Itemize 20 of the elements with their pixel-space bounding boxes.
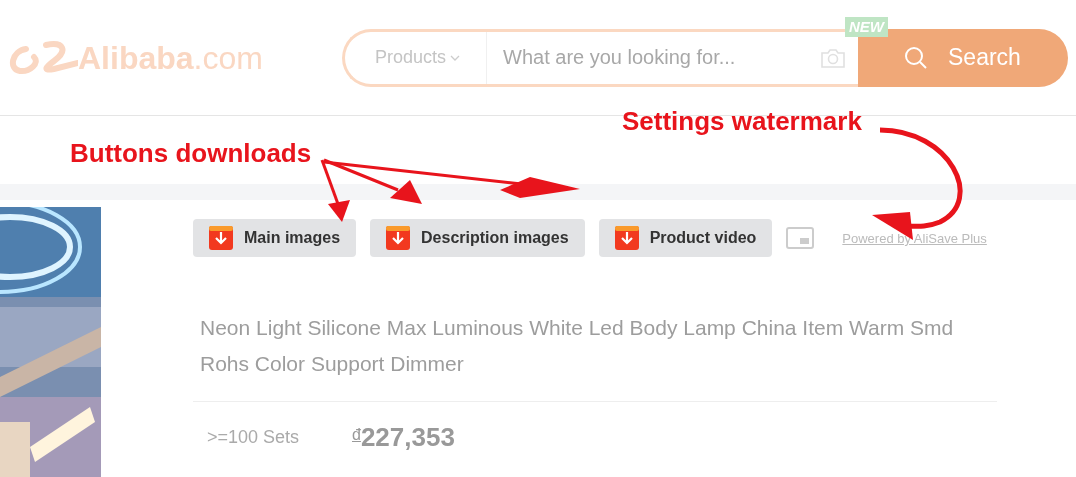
download-icon: [386, 226, 411, 250]
download-icon: [209, 226, 233, 250]
logo[interactable]: Alibaba.com: [78, 41, 263, 74]
credit-link[interactable]: Powered by AliSave Plus: [842, 229, 987, 249]
price: $^{đ}$227,353: [352, 421, 455, 454]
settings-icon[interactable]: [786, 227, 815, 249]
camera-icon[interactable]: [820, 46, 846, 69]
download-button[interactable]: Product video: [598, 219, 773, 257]
annotation-label: Settings watermark: [622, 105, 862, 138]
new-badge: NEW: [845, 16, 888, 37]
quantity-label: >=100 Sets: [207, 426, 301, 449]
product-title: Neon Light Silicone Max Luminous White Led Body Lamp China Item Warm Smd Rohs Color Support Dimmer: [200, 315, 955, 377]
chevron-down-icon: [450, 54, 461, 61]
download-button[interactable]: Description images: [370, 219, 585, 257]
download-button[interactable]: Main images: [193, 219, 357, 257]
search-input[interactable]: What are you looking for...: [487, 31, 820, 84]
search-icon: [904, 45, 928, 70]
category-dropdown[interactable]: Products: [345, 31, 488, 84]
annotation-label: Buttons downloads: [70, 137, 312, 170]
download-icon: [614, 226, 639, 250]
